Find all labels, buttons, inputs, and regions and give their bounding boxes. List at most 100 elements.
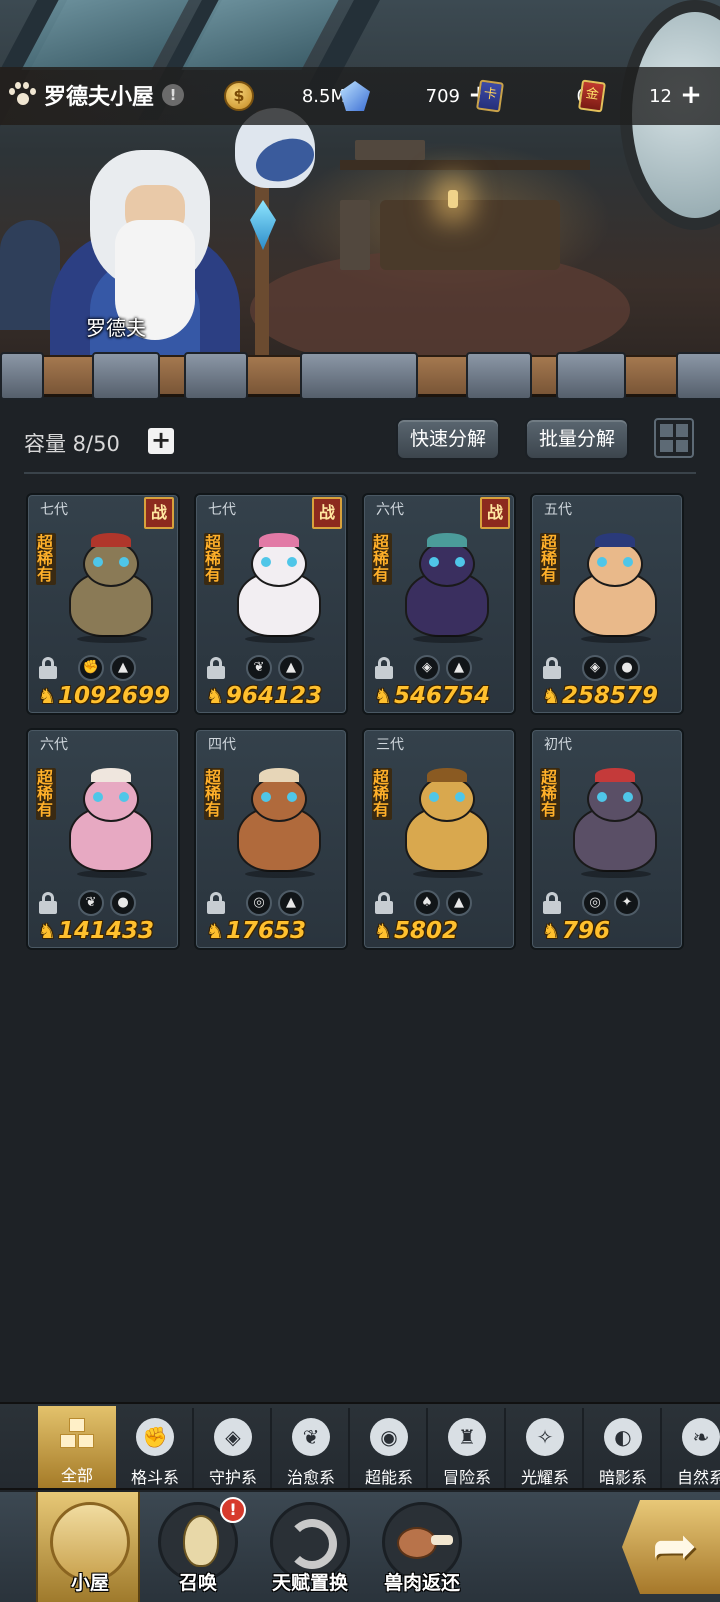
pet-portrait bbox=[63, 531, 159, 643]
go-forward-button[interactable]: ➦ bbox=[622, 1500, 720, 1594]
batch-decompose-button[interactable]: 批量分解 bbox=[525, 418, 630, 460]
pet-power: ♞5802 bbox=[374, 918, 458, 944]
section-divider bbox=[24, 472, 696, 474]
pet-rarity-badge: 超稀有 bbox=[540, 768, 560, 820]
plank-cap bbox=[556, 352, 626, 400]
category-label: 自然系 bbox=[676, 1468, 720, 1487]
pet-power: ♞796 bbox=[542, 918, 610, 944]
staff-gem bbox=[250, 200, 276, 250]
plank-cap bbox=[184, 352, 248, 400]
pet-card[interactable]: 七代 超稀有战 ❦ ▲ ♞964123 bbox=[194, 493, 348, 715]
category-tab[interactable]: ❧ 自然系 bbox=[662, 1408, 720, 1488]
lock-icon[interactable] bbox=[38, 892, 58, 914]
pet-rarity-badge: 超稀有 bbox=[204, 768, 224, 820]
nav-house[interactable]: 小屋 bbox=[36, 1492, 140, 1602]
category-tab[interactable]: ❦ 治愈系 bbox=[272, 1408, 350, 1488]
house-scene: 罗德夫 bbox=[0, 0, 720, 380]
pet-rarity-badge: 超稀有 bbox=[36, 533, 56, 585]
blue-card-icon: 卡 bbox=[476, 79, 504, 113]
crystal-resource: 709 + bbox=[340, 79, 492, 113]
lock-icon[interactable] bbox=[542, 892, 562, 914]
pet-icon-row: ◈ ▲ bbox=[370, 655, 510, 683]
lock-icon[interactable] bbox=[206, 892, 226, 914]
in-battle-badge: 战 bbox=[480, 497, 510, 529]
category-icon: ◈ bbox=[214, 1418, 252, 1456]
category-label: 冒险系 bbox=[442, 1468, 491, 1487]
category-label: 治愈系 bbox=[286, 1468, 335, 1487]
pet-card[interactable]: 六代 超稀有 ❦ ● ♞141433 bbox=[26, 728, 180, 950]
quick-decompose-button[interactable]: 快速分解 bbox=[396, 418, 501, 460]
pet-card[interactable]: 五代 超稀有 ◈ ● ♞258579 bbox=[530, 493, 684, 715]
category-tab[interactable]: ◈ 守护系 bbox=[194, 1408, 272, 1488]
category-icon: ✊ bbox=[136, 1418, 174, 1456]
earth-attribute-icon: ▲ bbox=[278, 890, 304, 916]
power-paw-icon: ♞ bbox=[374, 919, 392, 943]
pet-rarity-badge: 超稀有 bbox=[372, 533, 392, 585]
nav-meat-refund[interactable]: 兽肉返还 bbox=[370, 1492, 474, 1602]
lock-icon[interactable] bbox=[374, 892, 394, 914]
pet-card[interactable]: 三代 超稀有 ♠ ▲ ♞5802 bbox=[362, 728, 516, 950]
pet-power: ♞964123 bbox=[206, 683, 322, 709]
pet-rarity-badge: 超稀有 bbox=[204, 533, 224, 585]
nav-talent-swap-label: 天赋置换 bbox=[271, 1572, 348, 1594]
plank-cap bbox=[676, 352, 720, 400]
pet-power: ♞141433 bbox=[38, 918, 154, 944]
crystal-value: 709 bbox=[425, 85, 460, 107]
earth-attribute-icon: ▲ bbox=[278, 655, 304, 681]
nav-house-label: 小屋 bbox=[70, 1572, 109, 1594]
earth-attribute-icon: ▲ bbox=[446, 890, 472, 916]
plank-cap bbox=[92, 352, 160, 400]
flame-attribute-icon: ♠ bbox=[414, 890, 440, 916]
power-paw-icon: ♞ bbox=[542, 919, 560, 943]
pet-generation: 六代 bbox=[376, 502, 404, 518]
leaf-attribute-icon: ❦ bbox=[78, 890, 104, 916]
pet-portrait bbox=[567, 531, 663, 643]
category-tab[interactable]: ✊ 格斗系 bbox=[116, 1408, 194, 1488]
candle bbox=[448, 190, 458, 208]
capacity-add-button[interactable]: + bbox=[148, 428, 174, 454]
capacity-label: 容量 8/50 bbox=[24, 432, 120, 456]
lock-icon[interactable] bbox=[206, 657, 226, 679]
plank-cap bbox=[466, 352, 532, 400]
category-label: 超能系 bbox=[364, 1468, 413, 1487]
all-blocks-icon bbox=[58, 1416, 96, 1454]
star-attribute-icon: ✦ bbox=[614, 890, 640, 916]
gold-coin-value: 8.5M bbox=[301, 85, 346, 107]
pet-portrait bbox=[399, 531, 495, 643]
pet-card[interactable]: 六代 超稀有战 ◈ ▲ ♞546754 bbox=[362, 493, 516, 715]
in-battle-badge: 战 bbox=[312, 497, 342, 529]
gold-card-add-button[interactable]: + bbox=[678, 82, 704, 109]
info-warning-icon[interactable]: ! bbox=[162, 84, 185, 106]
grid-view-toggle[interactable] bbox=[654, 418, 694, 458]
pet-card[interactable]: 七代 超稀有战 ✊ ▲ ♞1092699 bbox=[26, 493, 180, 715]
leaf-attribute-icon: ❦ bbox=[246, 655, 272, 681]
category-tab[interactable]: ✧ 光耀系 bbox=[506, 1408, 584, 1488]
lock-icon[interactable] bbox=[374, 657, 394, 679]
category-tab[interactable]: ◉ 超能系 bbox=[350, 1408, 428, 1488]
category-label: 光耀系 bbox=[520, 1468, 569, 1487]
gold-card-value: 12 bbox=[649, 85, 672, 107]
lock-icon[interactable] bbox=[542, 657, 562, 679]
pet-power-value: 1092699 bbox=[57, 683, 170, 709]
pet-card[interactable]: 四代 超稀有 ◎ ▲ ♞17653 bbox=[194, 728, 348, 950]
category-tab[interactable]: ♜ 冒险系 bbox=[428, 1408, 506, 1488]
pet-generation: 七代 bbox=[40, 502, 68, 518]
pet-power-value: 964123 bbox=[225, 683, 322, 709]
nav-summon-label: 召唤 bbox=[178, 1572, 217, 1594]
category-tab[interactable]: 全部 bbox=[38, 1406, 116, 1488]
pet-icon-row: ❦ ● bbox=[34, 890, 174, 918]
grid-cell bbox=[675, 424, 688, 437]
pet-icon-row: ◈ ● bbox=[538, 655, 678, 683]
house-title: 罗德夫小屋 ! bbox=[8, 79, 185, 111]
nav-talent-swap[interactable]: 天赋置换 bbox=[258, 1492, 362, 1602]
pet-card[interactable]: 初代 超稀有 ◎ ✦ ♞796 bbox=[530, 728, 684, 950]
pet-generation: 四代 bbox=[208, 737, 236, 753]
pet-power: ♞17653 bbox=[206, 918, 306, 944]
lock-icon[interactable] bbox=[38, 657, 58, 679]
power-paw-icon: ♞ bbox=[206, 919, 224, 943]
pet-portrait bbox=[63, 766, 159, 878]
plank-cap bbox=[300, 352, 418, 400]
category-tab[interactable]: ◐ 暗影系 bbox=[584, 1408, 662, 1488]
gold-card-icon: 金 bbox=[578, 79, 606, 113]
earth-attribute-icon: ▲ bbox=[446, 655, 472, 681]
